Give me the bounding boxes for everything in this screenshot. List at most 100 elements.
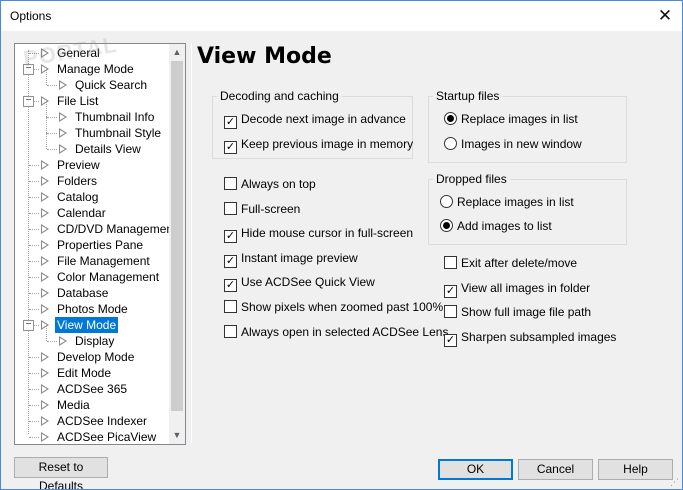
- collapse-icon[interactable]: −: [23, 96, 34, 107]
- options-tree[interactable]: General − Manage Mode Quick Search − File Lis…: [14, 43, 186, 445]
- tree-item[interactable]: File Management: [15, 253, 169, 269]
- view-extra-option[interactable]: ✓ View all images in folder: [444, 281, 590, 298]
- radio-selected-icon[interactable]: [444, 112, 457, 125]
- page-title: View Mode: [197, 44, 332, 69]
- decoding-option-label: Decode next image in advance: [241, 112, 406, 126]
- tree-connector: [47, 149, 57, 150]
- tree-item[interactable]: Photos Mode: [15, 301, 169, 317]
- tree-item-label: Color Management: [57, 270, 160, 284]
- help-button[interactable]: Help: [598, 459, 673, 480]
- tree-scrollbar[interactable]: ▲ ▼: [169, 44, 185, 444]
- page-triangle-icon: [41, 416, 49, 426]
- checkbox-icon[interactable]: [224, 201, 237, 215]
- page-triangle-icon: [41, 384, 49, 394]
- title-bar[interactable]: Options ✕: [1, 1, 682, 31]
- view-option-label: Full-screen: [241, 201, 301, 216]
- resize-grip-icon[interactable]: ⋰: [670, 477, 680, 487]
- checkbox-checked-icon[interactable]: ✓: [224, 230, 237, 244]
- dropped-option-label: Add images to list: [457, 219, 552, 233]
- page-triangle-icon: [41, 400, 49, 410]
- tree-item[interactable]: − View Mode: [15, 317, 169, 333]
- checkbox-icon[interactable]: [444, 305, 457, 319]
- startup-option-label: Replace images in list: [461, 112, 578, 126]
- checkbox-checked-icon[interactable]: ✓: [224, 254, 237, 268]
- tree-item[interactable]: Develop Mode: [15, 349, 169, 365]
- tree-item[interactable]: CD/DVD Management: [15, 221, 176, 237]
- window-title: Options: [10, 9, 52, 23]
- collapse-icon[interactable]: −: [23, 320, 34, 331]
- tree-item[interactable]: Folders: [15, 173, 169, 189]
- view-extra-option[interactable]: Exit after delete/move: [444, 256, 577, 272]
- reset-defaults-button[interactable]: Reset to Defaults: [14, 457, 108, 489]
- view-option[interactable]: Always open in selected ACDSee Lens: [224, 324, 449, 341]
- view-option[interactable]: ✓ Hide mouse cursor in full-screen: [224, 226, 414, 244]
- tree-item-label: Quick Search: [75, 78, 148, 92]
- tree-item[interactable]: ACDSee 365: [15, 381, 169, 397]
- tree-item[interactable]: − Manage Mode: [15, 61, 169, 77]
- scroll-down-icon[interactable]: ▼: [169, 427, 185, 443]
- view-option-label: Always open in selected ACDSee Lens: [241, 324, 449, 339]
- view-option[interactable]: Always on top: [224, 177, 316, 193]
- tree-item[interactable]: Preview: [15, 157, 169, 173]
- view-option[interactable]: Show pixels when zoomed past 100%: [224, 300, 443, 316]
- view-option-label: Show pixels when zoomed past 100%: [241, 300, 444, 314]
- tree-item[interactable]: ACDSee PicaView: [15, 429, 169, 444]
- tree-item[interactable]: General: [15, 45, 169, 61]
- tree-connector: [29, 229, 39, 230]
- ok-button[interactable]: OK: [438, 459, 513, 480]
- view-extra-option[interactable]: Show full image file path: [444, 305, 591, 321]
- startup-option[interactable]: Images in new window: [444, 137, 582, 153]
- tree-item[interactable]: Media: [15, 397, 169, 413]
- close-icon[interactable]: ✕: [648, 1, 682, 31]
- view-option[interactable]: ✓ Use ACDSee Quick View: [224, 275, 375, 293]
- checkbox-icon[interactable]: [444, 256, 457, 269]
- scroll-thumb[interactable]: [171, 61, 183, 411]
- tree-item[interactable]: Database: [15, 285, 169, 301]
- tree-item[interactable]: Calendar: [15, 205, 169, 221]
- checkbox-checked-icon[interactable]: ✓: [224, 116, 237, 129]
- tree-item[interactable]: Color Management: [15, 269, 169, 285]
- page-triangle-icon: [59, 80, 67, 90]
- decoding-option[interactable]: ✓ Decode next image in advance: [224, 112, 406, 129]
- decoding-option[interactable]: ✓ Keep previous image in memory: [224, 137, 413, 154]
- checkbox-icon[interactable]: [224, 324, 237, 338]
- dropped-option[interactable]: Add images to list: [440, 219, 552, 235]
- dropped-option[interactable]: Replace images in list: [440, 195, 574, 211]
- radio-icon[interactable]: [440, 195, 453, 208]
- tree-item[interactable]: Edit Mode: [15, 365, 169, 381]
- tree-item[interactable]: Properties Pane: [15, 237, 169, 253]
- tree-connector: [47, 341, 57, 342]
- page-triangle-icon: [59, 128, 67, 138]
- checkbox-checked-icon[interactable]: ✓: [224, 141, 237, 154]
- radio-icon[interactable]: [444, 137, 457, 150]
- page-triangle-icon: [41, 192, 49, 202]
- checkbox-icon[interactable]: [224, 177, 237, 190]
- tree-item-label: File List: [57, 94, 99, 108]
- tree-item-label: Media: [57, 398, 90, 412]
- tree-item[interactable]: Thumbnail Style: [15, 117, 169, 141]
- scroll-up-icon[interactable]: ▲: [169, 44, 185, 60]
- checkbox-checked-icon[interactable]: ✓: [444, 284, 457, 298]
- startup-option[interactable]: Replace images in list: [444, 112, 578, 128]
- view-option[interactable]: Full-screen: [224, 201, 301, 218]
- view-extra-option[interactable]: ✓ Sharpen subsampled images: [444, 330, 616, 348]
- checkbox-icon[interactable]: [224, 300, 237, 313]
- radio-selected-icon[interactable]: [440, 219, 453, 232]
- tree-item[interactable]: Display: [15, 325, 169, 349]
- checkbox-checked-icon[interactable]: ✓: [444, 334, 457, 348]
- tree-item[interactable]: Quick Search: [15, 69, 169, 93]
- tree-connector: [46, 133, 47, 149]
- tree-item-label: ACDSee Indexer: [57, 414, 148, 428]
- checkbox-checked-icon[interactable]: ✓: [224, 279, 237, 293]
- tree-item[interactable]: − File List: [15, 93, 169, 109]
- tree-item[interactable]: Catalog: [15, 189, 169, 205]
- view-option-label: Hide mouse cursor in full-screen: [241, 226, 414, 241]
- dropped-group: Dropped files: [428, 172, 627, 245]
- tree-item[interactable]: ACDSee Indexer: [15, 413, 169, 429]
- tree-item-label: Folders: [57, 174, 98, 188]
- collapse-icon[interactable]: −: [23, 64, 34, 75]
- tree-item[interactable]: Thumbnail Info: [15, 101, 169, 125]
- cancel-button[interactable]: Cancel: [518, 459, 593, 480]
- tree-item[interactable]: Details View: [15, 133, 169, 157]
- view-option[interactable]: ✓ Instant image preview: [224, 251, 358, 268]
